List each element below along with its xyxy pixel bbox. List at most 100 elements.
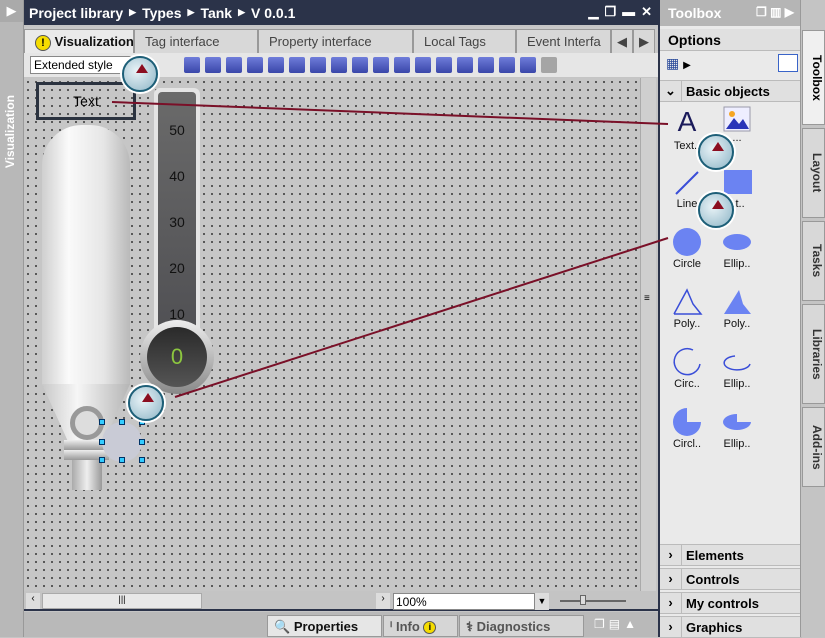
right-tab-tasks[interactable]: Tasks [802, 221, 825, 301]
toolbox-item-circle[interactable]: Circle [662, 226, 712, 270]
tab-property-interface[interactable]: Property interface [258, 29, 413, 53]
breadcrumb-2[interactable]: Tank [200, 5, 232, 21]
diagnostics-tab[interactable]: ⚕ Diagnostics [459, 615, 584, 637]
toolbox-item-ellipse-segment[interactable]: Ellip.. [712, 406, 762, 450]
selected-circle-object[interactable] [102, 422, 142, 462]
distribute-h-icon[interactable] [436, 57, 452, 73]
screen-canvas[interactable]: Text 50 40 30 20 10 0 [24, 78, 656, 591]
resize-handle[interactable] [99, 419, 105, 425]
resize-handle[interactable] [139, 457, 145, 463]
task-card-strip: Toolbox Layout Tasks Libraries Add-ins [800, 0, 825, 637]
zoom-slider[interactable] [560, 600, 626, 602]
toolbox-item-elliptical-arc[interactable]: Ellip.. [712, 346, 762, 390]
item-label: Circ.. [674, 378, 700, 390]
my-controls-section[interactable]: › My controls [660, 592, 802, 614]
resize-handle[interactable] [139, 439, 145, 445]
horizontal-scroll-thumb[interactable]: ||| [42, 593, 202, 609]
elements-section[interactable]: › Elements [660, 544, 802, 566]
same-size-icon[interactable] [520, 57, 536, 73]
distribute-v-icon[interactable] [457, 57, 473, 73]
options-header[interactable]: Options [660, 29, 800, 51]
layer-icon[interactable] [541, 57, 557, 73]
tab-visualization[interactable]: ! Visualization [24, 29, 134, 53]
toolbox-item-polygon[interactable]: Poly.. [712, 286, 762, 330]
icon-view-toggle[interactable] [778, 54, 798, 72]
breadcrumb-1[interactable]: Types [142, 5, 181, 21]
resize-handle[interactable] [99, 457, 105, 463]
zoom-dropdown-icon[interactable]: ▼ [535, 593, 549, 610]
tab-scroll-left-icon[interactable]: ◀ [611, 29, 633, 53]
right-tab-libraries[interactable]: Libraries [802, 304, 825, 404]
tab-label: Diagnostics [476, 619, 551, 634]
left-panel-strip[interactable]: ▶ Visualization [0, 0, 24, 637]
scroll-right-icon[interactable]: › [376, 593, 390, 609]
toolbox-item-circle-segment[interactable]: Circl.. [662, 406, 712, 450]
toolbox-item-ellipse[interactable]: Ellip.. [712, 226, 762, 270]
tank-body[interactable] [42, 125, 130, 385]
center-v-icon[interactable] [415, 57, 431, 73]
minimize-icon[interactable]: ▁ [588, 4, 598, 20]
align-center-icon[interactable] [268, 57, 284, 73]
toolbox-window-controls-icon[interactable]: ❐ ▥ ▶ [756, 5, 794, 19]
close-icon[interactable]: ✕ [641, 4, 652, 20]
text-field-object[interactable]: Text [36, 82, 136, 120]
line-icon [675, 171, 699, 195]
controls-section[interactable]: › Controls [660, 568, 802, 590]
scale-label: 40 [169, 168, 185, 184]
right-tab-toolbox[interactable]: Toolbox [802, 30, 825, 125]
graphics-section[interactable]: › Graphics [660, 616, 802, 638]
pipe [72, 460, 102, 490]
gauge-knob[interactable]: 0 [140, 320, 214, 394]
tab-local-tags[interactable]: Local Tags [413, 29, 516, 53]
align-top-icon[interactable] [310, 57, 326, 73]
center-h-icon[interactable] [394, 57, 410, 73]
rotate-icon[interactable] [184, 57, 200, 73]
expand-icon[interactable]: ▶ [0, 0, 23, 22]
section-label: My controls [686, 595, 759, 611]
zoom-select[interactable]: 100% [393, 593, 535, 610]
drag-drop-bubble-icon [698, 192, 734, 228]
flip-icon[interactable] [205, 57, 221, 73]
tab-label: Visualization [54, 34, 134, 49]
resize-handle[interactable] [119, 419, 125, 425]
scale-label: 20 [169, 260, 185, 276]
vertical-scrollbar[interactable]: ≡ [640, 78, 656, 591]
mirror-icon[interactable] [226, 57, 242, 73]
info-tab[interactable]: ⁱ Info i [383, 615, 458, 637]
right-tab-layout[interactable]: Layout [802, 128, 825, 218]
toolbox-title-text: Toolbox [668, 5, 722, 21]
toolbox-item-circular-arc[interactable]: Circ.. [662, 346, 712, 390]
align-bottom-icon[interactable] [352, 57, 368, 73]
visualization-panel-label[interactable]: Visualization [3, 95, 17, 168]
zoom-slider-thumb[interactable] [580, 595, 586, 605]
center-icon[interactable] [373, 57, 389, 73]
align-left-icon[interactable] [247, 57, 263, 73]
toolbox-item-polyline[interactable]: Poly.. [662, 286, 712, 330]
item-label: ... [732, 132, 742, 144]
panel-controls-icon[interactable]: ❐▤▲ [594, 617, 640, 631]
polyline-icon [673, 288, 703, 315]
tab-event-interface[interactable]: Event Interfa [516, 29, 611, 53]
tab-scroll-right-icon[interactable]: ▶ [633, 29, 655, 53]
breadcrumb-3[interactable]: V 0.0.1 [251, 5, 295, 21]
resize-handle[interactable] [119, 457, 125, 463]
drag-drop-bubble-icon [122, 56, 158, 92]
right-tab-add-ins[interactable]: Add-ins [802, 407, 825, 487]
editor-tabs: ! Visualization Tag interface Property i… [24, 27, 658, 53]
resize-handle[interactable] [99, 439, 105, 445]
same-height-icon[interactable] [478, 57, 494, 73]
same-width-icon[interactable] [499, 57, 515, 73]
restore-icon[interactable]: ❐ [604, 4, 616, 20]
tab-label: Info [395, 619, 420, 634]
scroll-left-icon[interactable]: ‹ [26, 593, 40, 609]
basic-objects-section[interactable]: ⌄ Basic objects [660, 80, 802, 102]
properties-tab[interactable]: 🔍 Properties [267, 615, 382, 637]
align-right-icon[interactable] [289, 57, 305, 73]
info-icon: ⁱ [390, 619, 393, 634]
scroll-grip-icon[interactable]: ≡ [644, 293, 650, 304]
list-view-icon[interactable]: ▦ ▶ [666, 55, 691, 72]
tab-tag-interface[interactable]: Tag interface [134, 29, 258, 53]
breadcrumb-0[interactable]: Project library [29, 5, 123, 21]
align-middle-icon[interactable] [331, 57, 347, 73]
maximize-icon[interactable]: ▬ [622, 4, 635, 20]
